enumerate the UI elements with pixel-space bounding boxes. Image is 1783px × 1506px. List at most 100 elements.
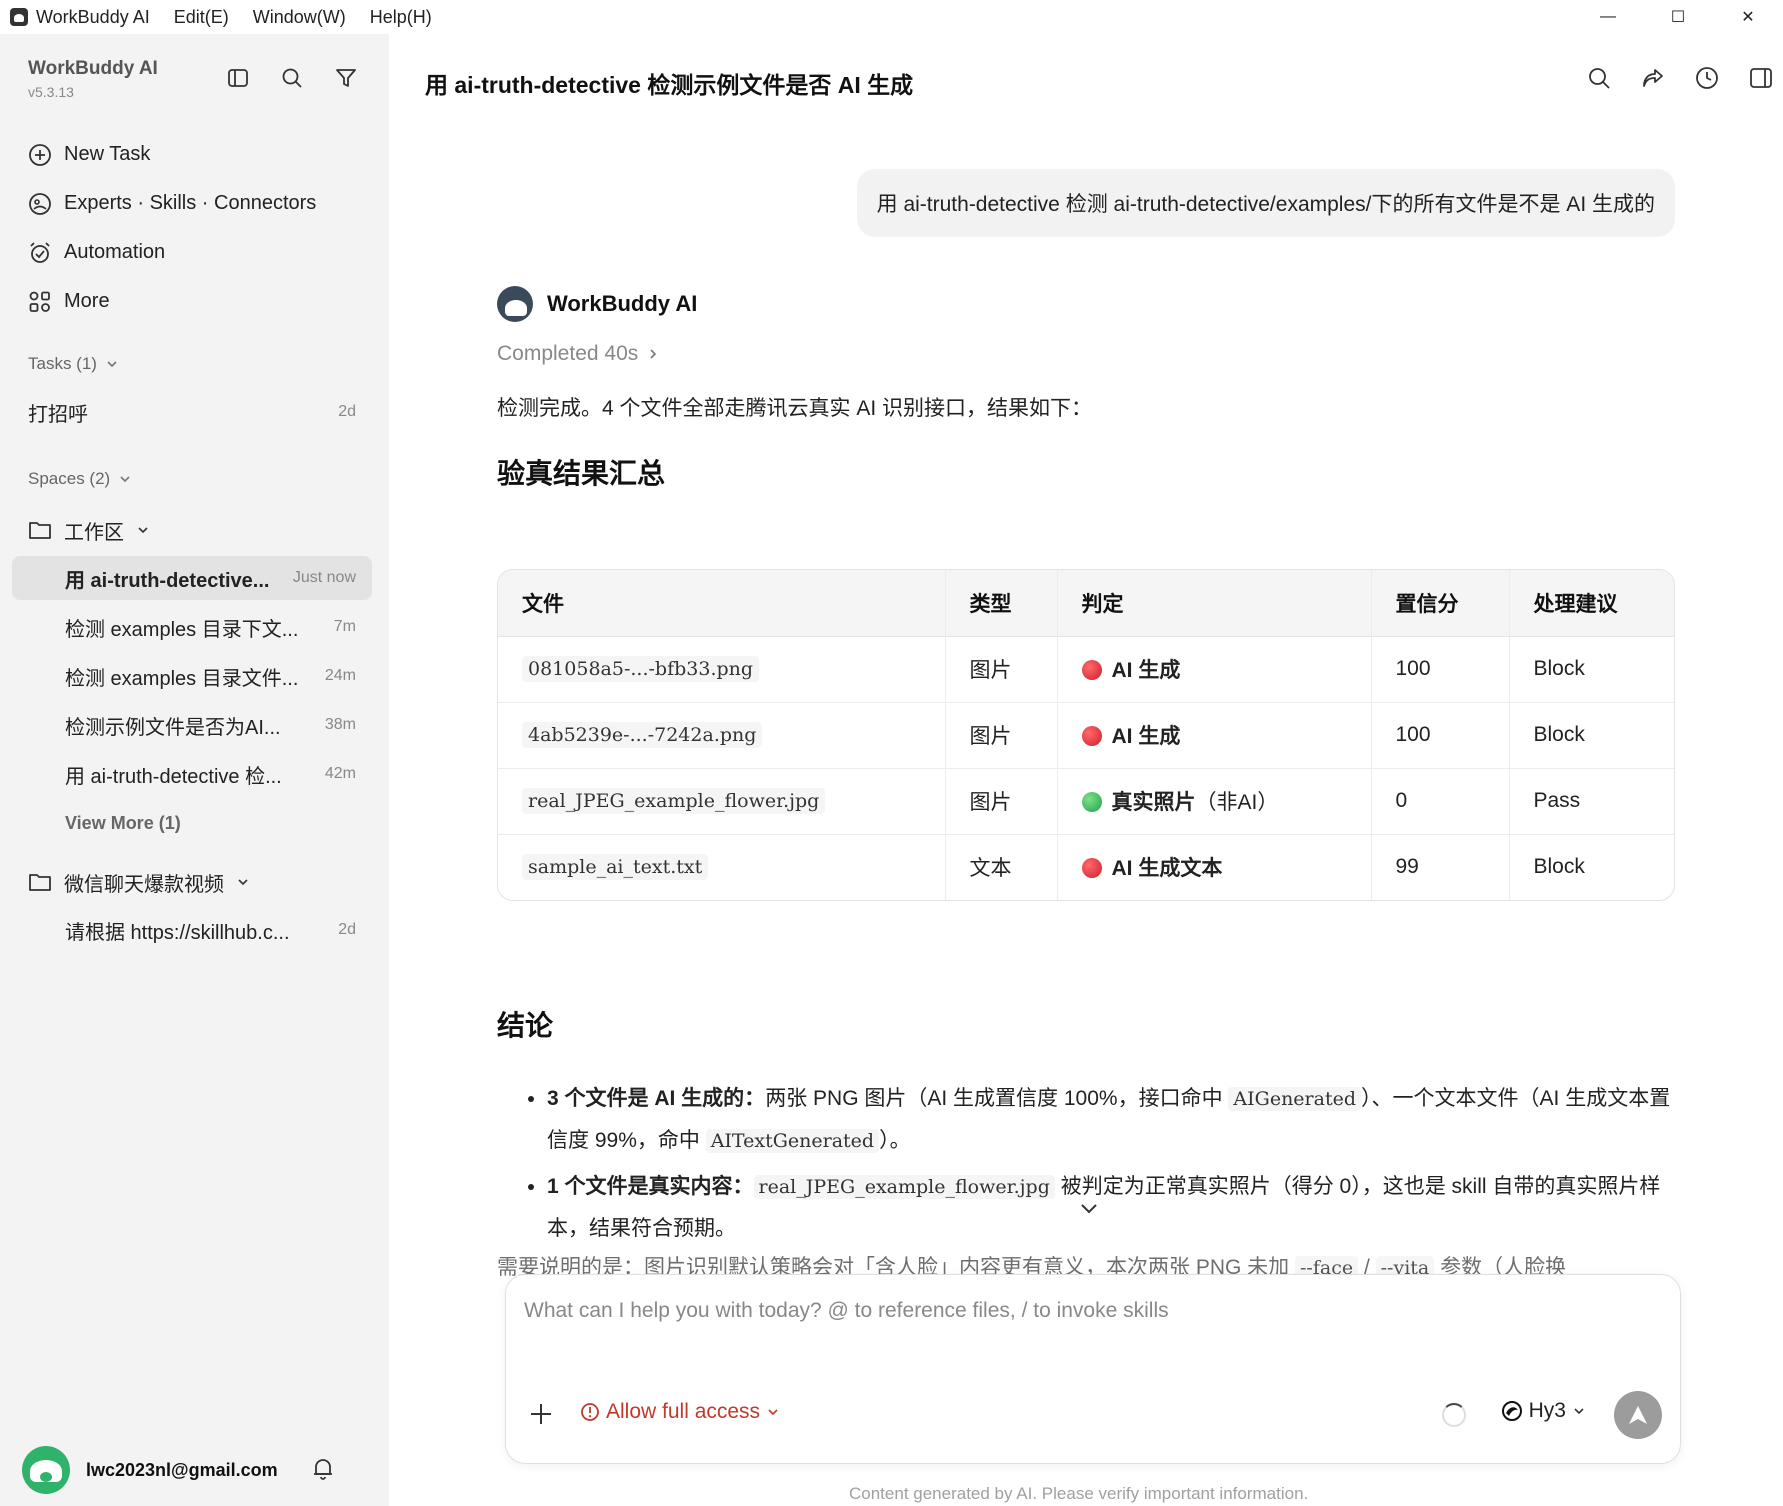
tasks-section-toggle[interactable]: Tasks (1): [28, 354, 119, 374]
table-row: 081058a5-...-bfb33.png 图片 AI 生成 100 Bloc…: [498, 635, 1674, 702]
minimize-button[interactable]: —: [1573, 0, 1643, 34]
search-icon[interactable]: [1587, 66, 1611, 95]
title-bar: WorkBuddy AI Edit(E) Window(W) Help(H) —…: [0, 0, 1783, 34]
spaces-section-label: Spaces (2): [28, 469, 111, 488]
conversation-title: 检测 examples 目录下文...: [65, 618, 299, 641]
completed-status[interactable]: Completed 40s: [497, 342, 1675, 366]
filter-icon[interactable]: [334, 66, 358, 90]
cell-file: 081058a5-...-bfb33.png: [498, 635, 945, 702]
conversation-time: 2d: [338, 921, 356, 938]
cell-action: Block: [1508, 833, 1674, 900]
cell-type: 图片: [944, 701, 1057, 768]
message-input[interactable]: [524, 1299, 1624, 1323]
toggle-sidebar-icon[interactable]: [226, 66, 250, 90]
chevron-down-icon: [1574, 1408, 1584, 1415]
cell-verdict: 真实照片（非AI）: [1056, 767, 1371, 834]
scroll-down-icon[interactable]: [1079, 1202, 1099, 1221]
nav-automation-label: Automation: [64, 241, 166, 263]
conversation-item-active[interactable]: 用 ai-truth-detective... Just now: [12, 556, 372, 600]
cell-action: Block: [1508, 701, 1674, 768]
folder-icon: [29, 874, 51, 891]
nav-more[interactable]: More: [28, 277, 368, 326]
close-button[interactable]: ✕: [1713, 0, 1783, 34]
conversation-title: 用 ai-truth-detective...: [65, 569, 270, 592]
verdict-extra: （非AI）: [1195, 791, 1279, 814]
bullet-bold: 3 个文件是 AI 生成的：: [547, 1087, 766, 1110]
conversation-item[interactable]: 检测 examples 目录文件... 24m: [12, 654, 372, 698]
app-name: WorkBuddy AI: [36, 6, 150, 27]
spaces-section-toggle[interactable]: Spaces (2): [28, 469, 132, 489]
conversation-time: 38m: [324, 716, 356, 733]
table-header-row: 文件 类型 判定 置信分 处理建议: [498, 570, 1674, 637]
share-icon[interactable]: [1641, 66, 1665, 95]
space-folder-wechat[interactable]: 微信聊天爆款视频: [28, 864, 250, 900]
space-folder-workspace[interactable]: 工作区: [28, 512, 150, 548]
list-item: 1 个文件是真实内容：real_JPEG_example_flower.jpg …: [547, 1166, 1675, 1249]
menu-help[interactable]: Help(H): [370, 7, 432, 28]
user-profile[interactable]: lwc2023nl@gmail.com: [22, 1442, 362, 1498]
conversation-time: 42m: [324, 765, 356, 782]
task-item[interactable]: 打招呼 2d: [12, 390, 372, 434]
model-selector[interactable]: Hy3: [1501, 1399, 1586, 1423]
task-item-title: 打招呼: [28, 403, 88, 426]
nav-new-task[interactable]: New Task: [28, 130, 368, 179]
list-item: 3 个文件是 AI 生成的：两张 PNG 图片（AI 生成置信度 100%，接口…: [547, 1078, 1675, 1162]
inline-code: real_JPEG_example_flower.jpg: [753, 1175, 1055, 1199]
conversation-time: Just now: [292, 569, 356, 586]
space-folder-name: 工作区: [64, 521, 124, 544]
assistant-avatar: [497, 286, 533, 322]
nav-automation[interactable]: Automation: [28, 228, 368, 277]
cell-action: Pass: [1508, 767, 1674, 834]
cell-score: 100: [1370, 635, 1509, 702]
col-header-type: 类型: [944, 570, 1057, 637]
chevron-right-icon: [650, 349, 657, 359]
chevron-down-icon: [120, 476, 130, 483]
nav-experts[interactable]: Experts · Skills · Connectors: [28, 179, 368, 228]
cell-file: sample_ai_text.txt: [498, 833, 945, 900]
maximize-button[interactable]: ☐: [1643, 0, 1713, 34]
bell-icon[interactable]: [312, 1456, 334, 1485]
cell-file: real_JPEG_example_flower.jpg: [498, 767, 945, 834]
view-more-link[interactable]: View More (1): [12, 801, 372, 845]
cell-score: 99: [1370, 833, 1509, 900]
menu-window[interactable]: Window(W): [253, 7, 346, 28]
access-label: Allow full access: [606, 1400, 761, 1423]
disclaimer: Content generated by AI. Please verify i…: [849, 1484, 1309, 1503]
conversation-item[interactable]: 用 ai-truth-detective 检... 42m: [12, 752, 372, 796]
conversation-time: 7m: [333, 618, 356, 635]
assistant-name: WorkBuddy AI: [547, 291, 698, 316]
cell-verdict: AI 生成文本: [1056, 833, 1371, 900]
cell-type: 文本: [944, 833, 1057, 900]
conversation-item[interactable]: 检测示例文件是否为AI... 38m: [12, 703, 372, 747]
conversation-item[interactable]: 检测 examples 目录下文... 7m: [12, 605, 372, 649]
tasks-section-label: Tasks (1): [28, 354, 97, 373]
cell-score: 100: [1370, 701, 1509, 768]
plus-circle-icon: [28, 143, 52, 167]
sidebar-tools: [226, 66, 358, 90]
intro-text: 检测完成。4 个文件全部走腾讯云真实 AI 识别接口，结果如下：: [497, 397, 1093, 420]
panel-toggle-icon[interactable]: [1749, 66, 1773, 95]
view-more-label: View More (1): [65, 812, 181, 833]
file-name: 4ab5239e-...-7242a.png: [522, 722, 763, 748]
inline-code: AITextGenerated: [705, 1129, 880, 1153]
sidebar-nav: New Task Experts · Skills · Connectors A…: [28, 130, 368, 326]
brand: WorkBuddy AI v5.3.13: [28, 58, 158, 100]
conversation-time: 24m: [324, 667, 356, 684]
chevron-down-icon: [138, 527, 148, 534]
table-row: 4ab5239e-...-7242a.png 图片 AI 生成 100 Bloc…: [498, 701, 1674, 768]
send-button[interactable]: [1614, 1391, 1662, 1439]
add-attachment-button[interactable]: [528, 1401, 554, 1427]
brand-version: v5.3.13: [28, 84, 74, 100]
access-dropdown[interactable]: Allow full access: [580, 1400, 780, 1424]
col-header-verdict: 判定: [1056, 570, 1371, 637]
page-title: 用 ai-truth-detective 检测示例文件是否 AI 生成: [425, 72, 914, 98]
history-icon[interactable]: [1695, 66, 1719, 95]
header-tools: [1587, 66, 1773, 95]
assistant-message: WorkBuddy AI Completed 40s 检测完成。4 个文件全部走…: [497, 286, 1675, 492]
search-icon[interactable]: [280, 66, 304, 90]
verdict-text: AI 生成: [1111, 725, 1181, 748]
conversation-item[interactable]: 请根据 https://skillhub.c... 2d: [12, 908, 372, 952]
conclusion-heading: 结论: [497, 1010, 554, 1041]
cell-type: 图片: [944, 635, 1057, 702]
menu-edit[interactable]: Edit(E): [174, 7, 229, 28]
